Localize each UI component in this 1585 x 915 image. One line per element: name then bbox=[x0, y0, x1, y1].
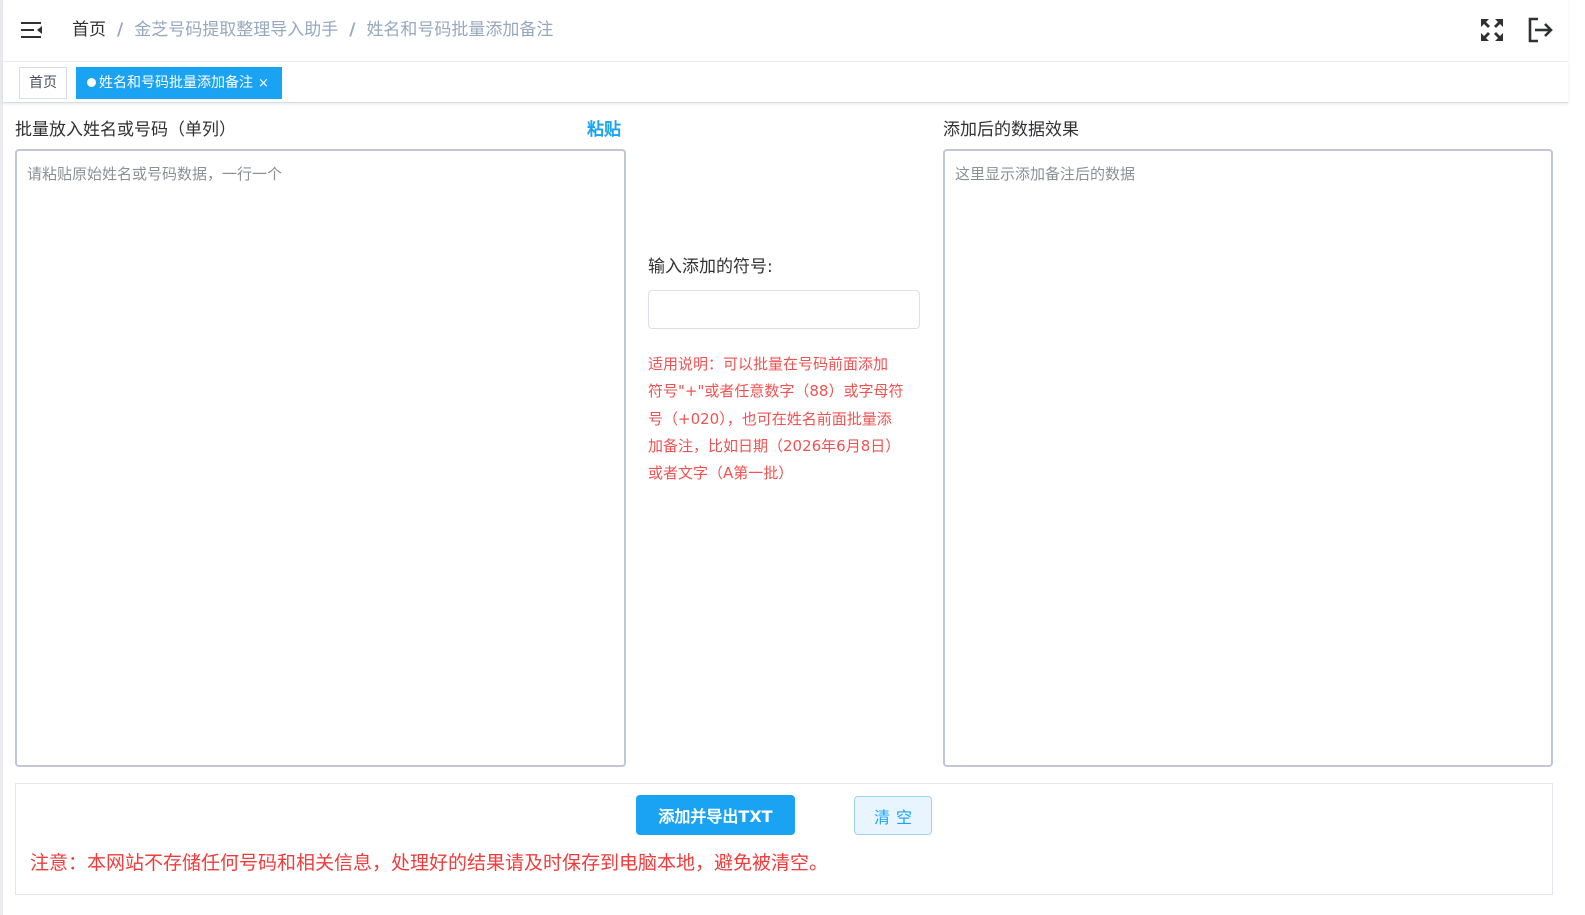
clear-button[interactable]: 清空 bbox=[854, 796, 932, 835]
add-export-button[interactable]: 添加并导出TXT bbox=[636, 795, 795, 835]
privacy-warning: 注意：本网站不存储任何号码和相关信息，处理好的结果请及时保存到电脑本地，避免被清… bbox=[30, 852, 829, 874]
usage-note: 适用说明：可以批量在号码前面添加 符号"+"或者任意数字（88）或字母符 号（+… bbox=[648, 351, 916, 487]
usage-note-line: 或者文字（A第一批） bbox=[648, 464, 794, 483]
tag-active-label: 姓名和号码批量添加备注 bbox=[99, 75, 253, 91]
top-navbar: 首页 / 金芝号码提取整理导入助手 / 姓名和号码批量添加备注 bbox=[3, 0, 1568, 62]
breadcrumb: 首页 / 金芝号码提取整理导入助手 / 姓名和号码批量添加备注 bbox=[72, 19, 553, 41]
breadcrumb-separator: / bbox=[117, 20, 124, 40]
usage-note-line: 号（+020），也可在姓名前面批量添 bbox=[648, 409, 892, 428]
result-label: 添加后的数据效果 bbox=[943, 120, 1079, 140]
close-icon[interactable]: × bbox=[258, 76, 269, 91]
source-textarea[interactable] bbox=[15, 149, 626, 767]
breadcrumb-current: 姓名和号码批量添加备注 bbox=[366, 20, 554, 40]
symbol-label: 输入添加的符号: bbox=[648, 257, 773, 277]
breadcrumb-level1[interactable]: 金芝号码提取整理导入助手 bbox=[134, 19, 338, 41]
symbol-input[interactable] bbox=[648, 290, 920, 329]
navbar-actions bbox=[1478, 16, 1554, 44]
fullscreen-icon[interactable] bbox=[1478, 16, 1506, 44]
source-label: 批量放入姓名或号码（单列） bbox=[15, 120, 236, 140]
logout-icon[interactable] bbox=[1526, 16, 1554, 44]
tag-home[interactable]: 首页 bbox=[19, 67, 67, 99]
menu-fold-icon[interactable] bbox=[20, 18, 44, 42]
active-dot-icon bbox=[87, 78, 96, 87]
breadcrumb-separator: / bbox=[349, 20, 356, 40]
usage-note-line: 适用说明：可以批量在号码前面添加 bbox=[648, 355, 889, 373]
tag-active[interactable]: 姓名和号码批量添加备注 × bbox=[76, 67, 282, 99]
usage-note-line: 加备注，比如日期（2026年6月8日） bbox=[648, 436, 901, 455]
left-edge bbox=[0, 0, 3, 915]
result-textarea[interactable] bbox=[943, 149, 1553, 767]
paste-link[interactable]: 粘贴 bbox=[587, 115, 621, 140]
breadcrumb-home[interactable]: 首页 bbox=[72, 19, 106, 41]
usage-note-line: 符号"+"或者任意数字（88）或字母符 bbox=[648, 382, 904, 401]
tags-view-bar: 首页 姓名和号码批量添加备注 × bbox=[3, 62, 1568, 103]
